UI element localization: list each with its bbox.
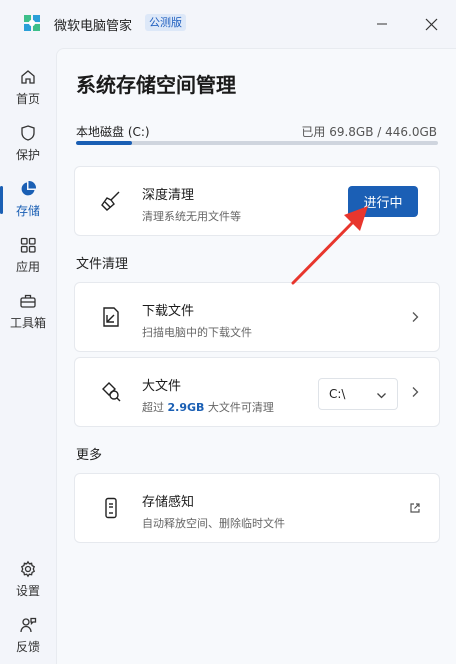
title-bar: 微软电脑管家 公测版 (0, 0, 456, 48)
pie-chart-icon (21, 180, 37, 196)
sidebar-item-label: 保护 (15, 148, 40, 162)
toolbox-icon (20, 294, 36, 308)
home-icon (21, 70, 35, 84)
active-indicator (0, 186, 3, 214)
sidebar-item-label: 存储 (15, 204, 40, 218)
sidebar-item-home[interactable]: 首页 (0, 64, 56, 114)
close-icon (425, 18, 437, 30)
large-files-size: 2.9GB (167, 401, 205, 414)
minimize-button[interactable] (370, 12, 394, 36)
storage-sense-title: 存储感知 (142, 495, 195, 510)
sidebar-item-toolbox[interactable]: 工具箱 (0, 288, 56, 338)
disk-usage-text: 已用 69.8GB / 446.0GB (301, 125, 437, 139)
apps-icon (20, 237, 36, 253)
drive-select-value: C:\ (329, 387, 346, 401)
sidebar-item-apps[interactable]: 应用 (0, 232, 56, 282)
sidebar-item-label: 设置 (15, 584, 40, 598)
section-more: 更多 (76, 448, 103, 463)
chevron-down-icon (377, 393, 386, 399)
phone-storage-icon (105, 497, 117, 519)
gear-icon (20, 560, 36, 578)
app-title: 微软电脑管家 (54, 19, 133, 34)
downloads-title: 下载文件 (142, 304, 195, 319)
chevron-right-icon (412, 387, 419, 397)
page-title: 系统存储空间管理 (76, 73, 236, 97)
disk-usage-fill (76, 141, 133, 145)
download-file-icon (103, 307, 119, 327)
file-search-icon (102, 382, 121, 402)
drive-select[interactable]: C:\ (318, 378, 398, 410)
app-logo-icon (24, 15, 40, 31)
sidebar-item-storage[interactable]: 存储 (0, 176, 56, 226)
sidebar-item-label: 工具箱 (9, 316, 46, 330)
large-files-title: 大文件 (142, 379, 182, 394)
deep-clean-button[interactable]: 进行中 (348, 186, 418, 217)
disk-usage-bar (76, 141, 438, 145)
sidebar: 首页 保护 存储 应用 工具箱 设置 反馈 (0, 48, 56, 664)
section-file-clean: 文件清理 (76, 257, 129, 272)
minimize-icon (377, 23, 387, 25)
deep-clean-title: 深度清理 (142, 188, 195, 203)
broom-icon (101, 191, 120, 211)
shield-icon (21, 125, 35, 141)
sidebar-item-label: 应用 (15, 260, 40, 274)
main-panel: 系统存储空间管理 本地磁盘 (C:) 已用 69.8GB / 446.0GB 深… (56, 48, 456, 664)
storage-sense-subtitle: 自动释放空间、删除临时文件 (142, 517, 285, 530)
chevron-right-icon (412, 312, 419, 322)
beta-badge: 公测版 (145, 14, 186, 31)
sidebar-item-feedback[interactable]: 反馈 (0, 612, 56, 662)
large-files-card[interactable]: 大文件 超过 2.9GB 大文件可清理 C:\ (74, 357, 440, 427)
sidebar-item-label: 首页 (15, 92, 40, 106)
large-files-sub-suffix: 大文件可清理 (207, 401, 274, 414)
large-files-subtitle: 超过 2.9GB 大文件可清理 (142, 399, 274, 415)
deep-clean-subtitle: 清理系统无用文件等 (142, 210, 241, 223)
close-button[interactable] (419, 12, 443, 36)
sidebar-item-protect[interactable]: 保护 (0, 120, 56, 170)
sidebar-item-label: 反馈 (15, 640, 40, 654)
large-files-sub-prefix: 超过 (142, 401, 164, 414)
external-link-icon (410, 503, 420, 513)
downloads-subtitle: 扫描电脑中的下载文件 (142, 326, 252, 339)
storage-sense-card[interactable]: 存储感知 自动释放空间、删除临时文件 (74, 473, 440, 543)
deep-clean-card: 深度清理 清理系统无用文件等 进行中 (74, 166, 440, 236)
feedback-icon (20, 617, 37, 633)
sidebar-item-settings[interactable]: 设置 (0, 556, 56, 606)
downloads-card[interactable]: 下载文件 扫描电脑中的下载文件 (74, 282, 440, 352)
disk-label: 本地磁盘 (C:) (76, 125, 150, 139)
